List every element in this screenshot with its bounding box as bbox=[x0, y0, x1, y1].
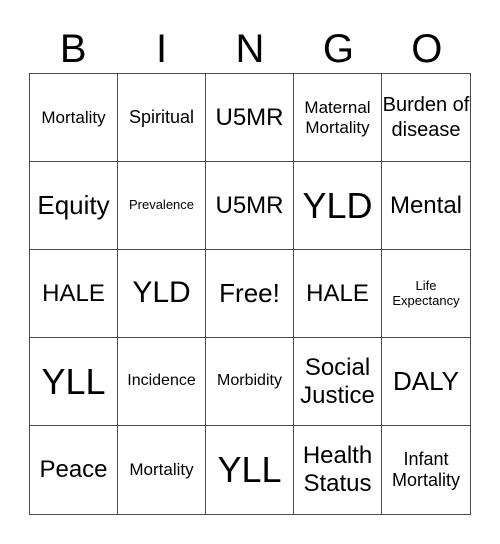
cell-label: Equity bbox=[37, 189, 110, 220]
header-letter-i: I bbox=[156, 27, 168, 71]
bingo-cell[interactable]: Social Justice bbox=[294, 338, 382, 426]
cell-label: Morbidity bbox=[217, 372, 282, 390]
bingo-cell[interactable]: Incidence bbox=[118, 338, 206, 426]
cell-label: YLD bbox=[302, 184, 373, 226]
cell-label: Prevalence bbox=[128, 197, 195, 213]
header-letter-n: N bbox=[235, 27, 265, 71]
cell-label: Peace bbox=[39, 456, 108, 484]
bingo-cell[interactable]: Health Status bbox=[294, 426, 382, 514]
free-space-label: Free! bbox=[219, 277, 280, 308]
bingo-cell[interactable]: HALE bbox=[30, 250, 118, 338]
bingo-cell[interactable]: DALY bbox=[382, 338, 470, 426]
bingo-cell[interactable]: YLL bbox=[206, 426, 294, 514]
bingo-header: B I N G O bbox=[29, 24, 471, 74]
cell-label: YLL bbox=[217, 449, 282, 491]
cell-label: Mental bbox=[389, 191, 463, 219]
cell-label: U5MR bbox=[215, 191, 284, 219]
bingo-board: Mortality Spiritual U5MR Maternal Mortal… bbox=[29, 73, 471, 515]
cell-label: Burden of disease bbox=[382, 94, 470, 141]
bingo-cell[interactable]: YLL bbox=[30, 338, 118, 426]
cell-label: Spiritual bbox=[128, 107, 195, 128]
bingo-cell[interactable]: U5MR bbox=[206, 74, 294, 162]
bingo-cell[interactable]: Morbidity bbox=[206, 338, 294, 426]
bingo-cell[interactable]: Mental bbox=[382, 162, 470, 250]
bingo-cell[interactable]: YLD bbox=[294, 162, 382, 250]
bingo-cell[interactable]: Equity bbox=[30, 162, 118, 250]
cell-label: Incidence bbox=[127, 372, 196, 390]
bingo-cell[interactable]: HALE bbox=[294, 250, 382, 338]
bingo-cell[interactable]: YLD bbox=[118, 250, 206, 338]
bingo-cell[interactable]: Peace bbox=[30, 426, 118, 514]
bingo-cell[interactable]: Infant Mortality bbox=[382, 426, 470, 514]
cell-label: HALE bbox=[306, 279, 369, 307]
cell-label: YLD bbox=[132, 276, 191, 310]
free-space-cell[interactable]: Free! bbox=[206, 250, 294, 338]
cell-label: DALY bbox=[393, 365, 459, 396]
cell-label: YLL bbox=[41, 360, 106, 402]
cell-label: Mortality bbox=[41, 107, 106, 127]
bingo-cell[interactable]: U5MR bbox=[206, 162, 294, 250]
cell-label: Social Justice bbox=[300, 353, 375, 409]
bingo-cell[interactable]: Maternal Mortality bbox=[294, 74, 382, 162]
header-letter-o: O bbox=[411, 27, 443, 71]
bingo-cell[interactable]: Prevalence bbox=[118, 162, 206, 250]
bingo-cell[interactable]: Burden of disease bbox=[382, 74, 470, 162]
cell-label: Health Status bbox=[302, 442, 373, 497]
cell-label: Infant Mortality bbox=[391, 449, 460, 490]
cell-label: U5MR bbox=[215, 103, 284, 131]
header-letter-g: G bbox=[322, 27, 354, 71]
cell-label: HALE bbox=[42, 279, 105, 307]
bingo-cell[interactable]: Mortality bbox=[118, 426, 206, 514]
cell-label: Life Expectancy bbox=[392, 277, 460, 308]
cell-label: Mortality bbox=[129, 460, 194, 480]
bingo-cell[interactable]: Mortality bbox=[30, 74, 118, 162]
header-letter-b: B bbox=[59, 27, 87, 71]
cell-label: Maternal Mortality bbox=[304, 97, 371, 137]
bingo-cell[interactable]: Life Expectancy bbox=[382, 250, 470, 338]
bingo-cell[interactable]: Spiritual bbox=[118, 74, 206, 162]
